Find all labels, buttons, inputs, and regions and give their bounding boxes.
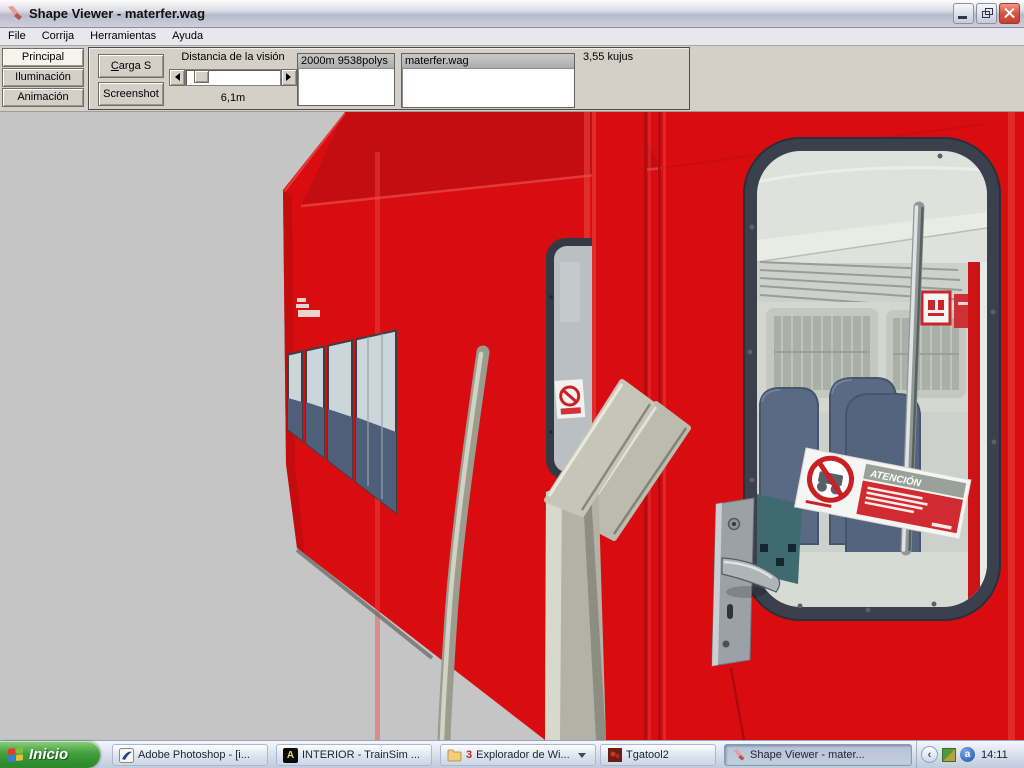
toolbar: Principal Iluminación Animación Carga S … [0,46,1024,113]
group-count: 3 [466,749,472,761]
start-label: Inicio [29,746,68,763]
windows-logo-icon [8,747,24,763]
menu-herramientas[interactable]: Herramientas [82,29,164,43]
slider-thumb[interactable] [194,70,209,83]
tray-app-icon[interactable] [942,748,956,762]
interior-red-stripe [968,262,980,607]
tab-iluminacion[interactable]: Iluminación [2,68,84,87]
view-distance-slider[interactable] [169,69,297,86]
trainsim-icon: A [283,748,298,763]
menu-ayuda[interactable]: Ayuda [164,29,211,43]
chevron-down-icon [578,753,586,762]
menu-corrija[interactable]: Corrija [34,29,82,43]
viewport: ATENCIÓN [0,112,1024,740]
load-shape-button[interactable]: Carga S [98,54,164,78]
menu-bar: File Corrija Herramientas Ayuda [0,28,1024,46]
slider-track[interactable] [185,69,281,86]
start-button[interactable]: Inicio [0,741,100,768]
view-distance-value: 6,1m [169,92,297,104]
small-prohibition-sticker [555,379,586,419]
tgatool-icon [607,748,622,763]
file-listbox[interactable]: materfer.wag [401,53,575,108]
taskbar-button-photoshop[interactable]: Adobe Photoshop - [i... [112,744,268,766]
title-bar[interactable]: Shape Viewer - materfer.wag [0,0,1024,28]
app-window: Shape Viewer - materfer.wag File Corrija… [0,0,1024,768]
system-tray: ‹ a 14:11 [916,741,1024,768]
minimize-icon [958,16,967,19]
lod-list-item[interactable]: 2000m 9538polys [298,54,394,69]
right-edge-highlight [1008,112,1015,740]
photoshop-icon [119,748,134,763]
clock: 14:11 [981,749,1008,761]
lod-listbox[interactable]: 2000m 9538polys [297,53,395,106]
tray-antivirus-icon[interactable]: a [960,747,975,762]
slider-left-button[interactable] [169,69,185,86]
shape-viewer-icon [731,748,746,763]
close-button[interactable] [999,3,1020,24]
toolbar-groupbox: Carga S Screenshot Distancia de la visió… [88,47,690,110]
window-title: Shape Viewer - materfer.wag [29,6,953,21]
slider-right-button[interactable] [281,69,297,86]
tray-chevron-icon[interactable]: ‹ [921,746,938,763]
right-door-window: ATENCIÓN [744,138,1000,620]
taskbar-button-shape-viewer[interactable]: Shape Viewer - mater... [724,744,912,766]
shape-viewer-app-icon [6,4,24,22]
arrow-right-icon [286,73,295,81]
restore-icon [982,11,990,18]
view-distance-label: Distancia de la visión [169,51,297,63]
viewport-3d-scene[interactable]: ATENCIÓN [0,112,1024,740]
folder-icon [447,748,462,763]
restore-button[interactable] [976,3,997,24]
tab-animacion[interactable]: Animación [2,88,84,107]
screenshot-button[interactable]: Screenshot [98,82,164,106]
menu-file[interactable]: File [0,29,34,43]
taskbar-button-tgatool[interactable]: Tgatool2 [600,744,716,766]
taskbar: Inicio Adobe Photoshop - [i... A INTERIO… [0,740,1024,768]
stats-text: 3,55 kujus [583,51,633,63]
minimize-button[interactable] [953,3,974,24]
tab-principal[interactable]: Principal [2,48,84,67]
file-list-item[interactable]: materfer.wag [402,54,574,69]
arrow-left-icon [171,73,180,81]
taskbar-button-trainsim[interactable]: A INTERIOR - TrainSim ... [276,744,432,766]
taskbar-button-explorer-group[interactable]: 3 Explorador de Wi... [440,744,596,766]
